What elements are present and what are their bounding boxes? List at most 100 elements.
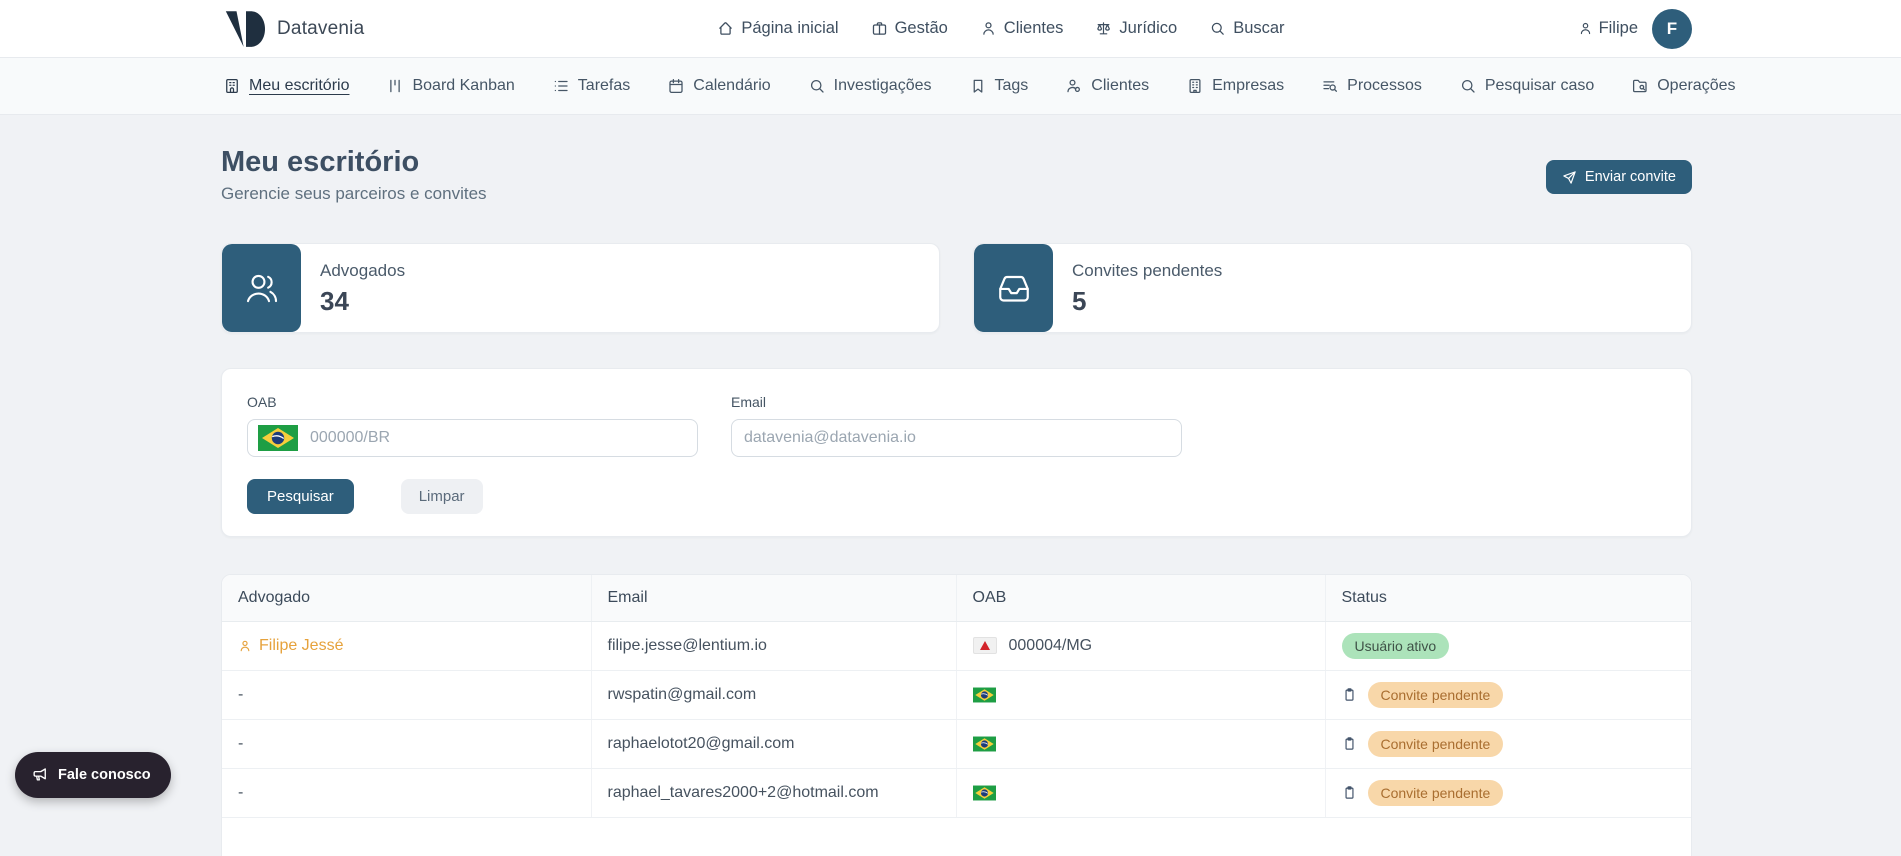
advogado-cell: - bbox=[222, 719, 591, 768]
stat-value: 5 bbox=[1072, 286, 1222, 317]
brand-logo-icon bbox=[225, 10, 267, 48]
nav-label: Jurídico bbox=[1119, 19, 1177, 38]
nav-item-clientes[interactable]: Clientes bbox=[980, 19, 1064, 38]
subnav-item-meu-escritorio[interactable]: Meu escritório bbox=[223, 77, 349, 95]
nav-item-juridico[interactable]: Jurídico bbox=[1095, 19, 1177, 38]
table-row[interactable]: - rwspatin@gmail.com bbox=[222, 670, 1691, 719]
tasks-icon bbox=[552, 77, 570, 95]
subnav-label: Empresas bbox=[1212, 77, 1284, 95]
partners-table-card: Advogado Email OAB Status Filipe Jessé bbox=[221, 574, 1692, 856]
nav-item-pagina-inicial[interactable]: Página inicial bbox=[717, 19, 838, 38]
partners-table: Advogado Email OAB Status Filipe Jessé bbox=[222, 575, 1691, 818]
home-icon bbox=[717, 20, 734, 37]
table-header-row: Advogado Email OAB Status bbox=[222, 575, 1691, 621]
email-field-group: Email bbox=[731, 394, 1182, 457]
nav-label: Clientes bbox=[1004, 19, 1064, 38]
subnav-label: Operações bbox=[1657, 77, 1735, 95]
oab-input-wrap bbox=[247, 419, 698, 457]
email-label: Email bbox=[731, 394, 1182, 410]
status-badge: Convite pendente bbox=[1368, 731, 1504, 757]
stat-card-advogados: Advogados 34 bbox=[221, 243, 940, 333]
subnav-item-tarefas[interactable]: Tarefas bbox=[552, 77, 630, 95]
send-invite-button[interactable]: Enviar convite bbox=[1546, 160, 1692, 194]
col-header-oab: OAB bbox=[956, 575, 1325, 621]
inbox-icon bbox=[974, 244, 1053, 332]
subnav-item-calendario[interactable]: Calendário bbox=[667, 77, 770, 95]
email-input[interactable] bbox=[742, 429, 1171, 447]
advogado-cell: Filipe Jessé bbox=[238, 637, 575, 655]
nav-label: Gestão bbox=[895, 19, 948, 38]
subnav-item-clientes[interactable]: Clientes bbox=[1065, 77, 1149, 95]
calendar-icon bbox=[667, 77, 685, 95]
status-cell: Convite pendente bbox=[1342, 720, 1676, 768]
folder-search-icon bbox=[1631, 77, 1649, 95]
subnav-item-board-kanban[interactable]: Board Kanban bbox=[386, 77, 514, 95]
subnav-item-empresas[interactable]: Empresas bbox=[1186, 77, 1284, 95]
clipboard-icon[interactable] bbox=[1342, 735, 1357, 752]
send-icon bbox=[1562, 170, 1577, 185]
email-cell: raphael_tavares2000+2@hotmail.com bbox=[591, 768, 956, 817]
oab-cell bbox=[973, 785, 1309, 801]
table-row[interactable]: - raphael_tavares2000+2@hotmail.com bbox=[222, 768, 1691, 817]
email-cell: rwspatin@gmail.com bbox=[591, 670, 956, 719]
page-subtitle: Gerencie seus parceiros e convites bbox=[221, 184, 487, 204]
send-invite-label: Enviar convite bbox=[1585, 169, 1676, 185]
table-row[interactable]: Filipe Jessé filipe.jesse@lentium.io 000… bbox=[222, 621, 1691, 670]
subnav-label: Clientes bbox=[1091, 77, 1149, 95]
brazil-flag-icon bbox=[258, 425, 298, 451]
brazil-flag-icon bbox=[973, 687, 996, 703]
table-row[interactable]: - raphaelotot20@gmail.com bbox=[222, 719, 1691, 768]
oab-cell bbox=[973, 687, 1309, 703]
subnav-label: Pesquisar caso bbox=[1485, 77, 1594, 95]
status-badge: Usuário ativo bbox=[1342, 633, 1450, 659]
subnav-label: Processos bbox=[1347, 77, 1422, 95]
user-area: Filipe F bbox=[1578, 9, 1692, 49]
status-cell: Convite pendente bbox=[1342, 769, 1676, 817]
subnav-label: Board Kanban bbox=[412, 77, 514, 95]
brazil-flag-icon bbox=[973, 736, 996, 752]
subnav-label: Investigações bbox=[834, 77, 932, 95]
title-row: Meu escritório Gerencie seus parceiros e… bbox=[221, 146, 1692, 204]
stat-card-convites-pendentes: Convites pendentes 5 bbox=[973, 243, 1692, 333]
mg-flag-icon bbox=[973, 637, 997, 654]
clipboard-icon[interactable] bbox=[1342, 686, 1357, 703]
clear-button[interactable]: Limpar bbox=[401, 479, 483, 514]
user-menu[interactable]: Filipe bbox=[1578, 19, 1638, 38]
user-icon bbox=[980, 20, 997, 37]
subnav-label: Meu escritório bbox=[249, 77, 349, 95]
user-name: Filipe bbox=[1599, 19, 1638, 38]
status-cell: Convite pendente bbox=[1342, 671, 1676, 719]
nav-item-gestao[interactable]: Gestão bbox=[871, 19, 948, 38]
email-cell: filipe.jesse@lentium.io bbox=[591, 621, 956, 670]
stat-label: Advogados bbox=[320, 261, 405, 281]
subnav-item-processos[interactable]: Processos bbox=[1321, 77, 1422, 95]
subnav-label: Tags bbox=[995, 77, 1029, 95]
subnav-item-operacoes[interactable]: Operações bbox=[1631, 77, 1735, 95]
nav-item-buscar[interactable]: Buscar bbox=[1209, 19, 1284, 38]
oab-field-group: OAB bbox=[247, 394, 698, 457]
contact-button[interactable]: Fale conosco bbox=[15, 752, 171, 798]
advogado-name: Filipe Jessé bbox=[259, 637, 343, 655]
status-badge: Convite pendente bbox=[1368, 682, 1504, 708]
oab-cell: 000004/MG bbox=[973, 637, 1309, 655]
company-icon bbox=[1186, 77, 1204, 95]
scales-icon bbox=[1095, 20, 1112, 37]
subnav-label: Tarefas bbox=[578, 77, 630, 95]
main-content: Meu escritório Gerencie seus parceiros e… bbox=[221, 146, 1692, 856]
col-header-email: Email bbox=[591, 575, 956, 621]
oab-label: OAB bbox=[247, 394, 698, 410]
subnav-item-pesquisar-caso[interactable]: Pesquisar caso bbox=[1459, 77, 1594, 95]
search-button[interactable]: Pesquisar bbox=[247, 479, 354, 514]
megaphone-icon bbox=[31, 766, 49, 784]
avatar[interactable]: F bbox=[1652, 9, 1692, 49]
user-icon bbox=[1578, 21, 1593, 36]
search-form-card: OAB Email Pesquisar Limpar bbox=[221, 368, 1692, 537]
subnav-item-tags[interactable]: Tags bbox=[969, 77, 1029, 95]
subnav-item-investigacoes[interactable]: Investigações bbox=[808, 77, 932, 95]
oab-input[interactable] bbox=[310, 429, 687, 447]
col-header-status: Status bbox=[1325, 575, 1691, 621]
search-icon bbox=[1209, 20, 1226, 37]
advogado-cell: - bbox=[222, 670, 591, 719]
clipboard-icon[interactable] bbox=[1342, 784, 1357, 801]
contact-label: Fale conosco bbox=[58, 767, 151, 783]
